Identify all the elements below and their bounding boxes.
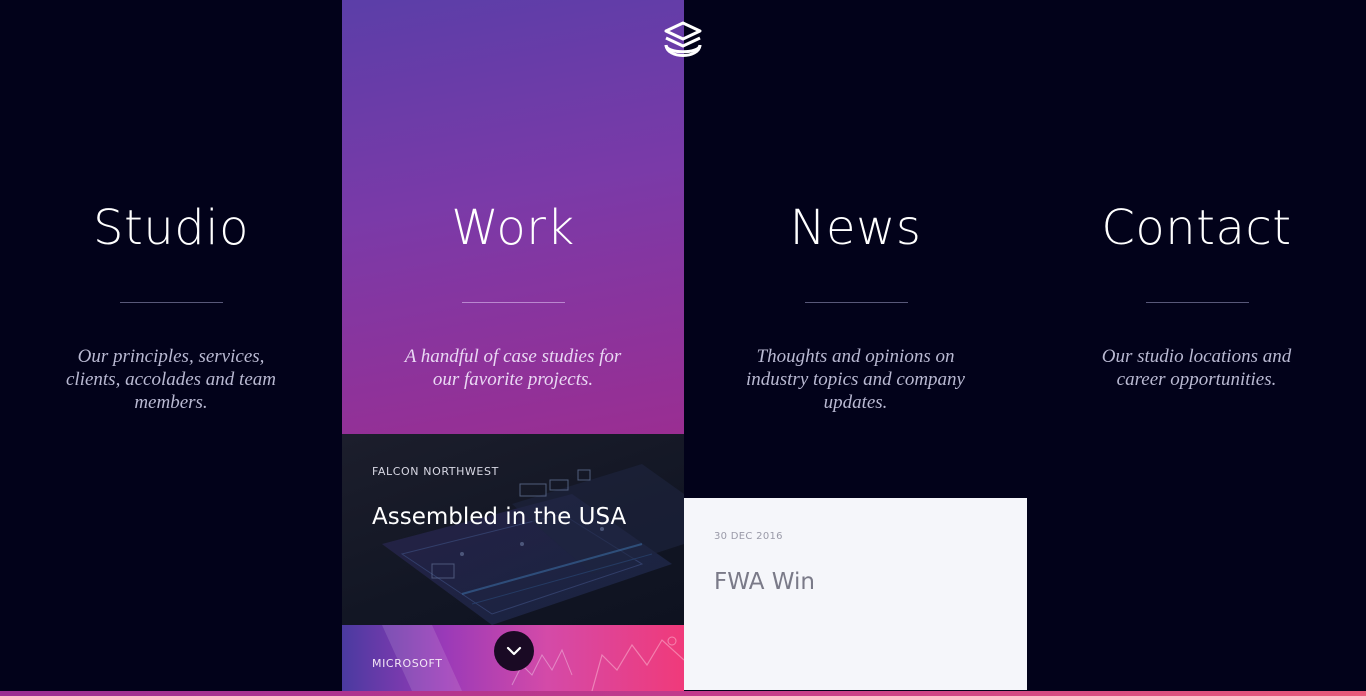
nav-link-news[interactable]: News bbox=[684, 200, 1027, 256]
nav-link-work[interactable]: Work bbox=[342, 200, 684, 256]
nav-column-news[interactable]: News Thoughts and opinions on industry t… bbox=[684, 0, 1027, 696]
divider bbox=[462, 302, 565, 303]
case-study-card-falcon[interactable]: FALCON NORTHWEST Assembled in the USA bbox=[342, 434, 684, 625]
layers-icon[interactable] bbox=[661, 20, 705, 62]
case-client-name: FALCON NORTHWEST bbox=[372, 465, 499, 478]
bottom-accent-bar bbox=[0, 691, 1366, 696]
case-client-name: MICROSOFT bbox=[372, 657, 443, 670]
nav-column-studio[interactable]: Studio Our principles, services, clients… bbox=[0, 0, 342, 696]
case-title[interactable]: Assembled in the USA bbox=[372, 504, 626, 530]
nav-description-work: A handful of case studies for our favori… bbox=[404, 346, 622, 390]
divider bbox=[1145, 302, 1249, 303]
nav-description-contact: Our studio locations and career opportun… bbox=[1101, 346, 1292, 390]
divider bbox=[804, 302, 908, 303]
chevron-down-icon bbox=[506, 646, 522, 656]
divider bbox=[120, 302, 223, 303]
scroll-down-button[interactable] bbox=[494, 631, 534, 671]
nav-column-work[interactable]: Work A handful of case studies for our f… bbox=[342, 0, 684, 696]
news-date: 30 DEC 2016 bbox=[714, 531, 783, 542]
nav-column-contact[interactable]: Contact Our studio locations and career … bbox=[1027, 0, 1366, 696]
nav-link-contact[interactable]: Contact bbox=[1027, 200, 1366, 256]
nav-link-studio[interactable]: Studio bbox=[0, 200, 342, 256]
nav-description-news: Thoughts and opinions on industry topics… bbox=[745, 346, 965, 413]
news-title[interactable]: FWA Win bbox=[714, 569, 815, 595]
nav-description-studio: Our principles, services, clients, accol… bbox=[65, 346, 276, 413]
news-card[interactable]: 30 DEC 2016 FWA Win bbox=[684, 498, 1027, 690]
